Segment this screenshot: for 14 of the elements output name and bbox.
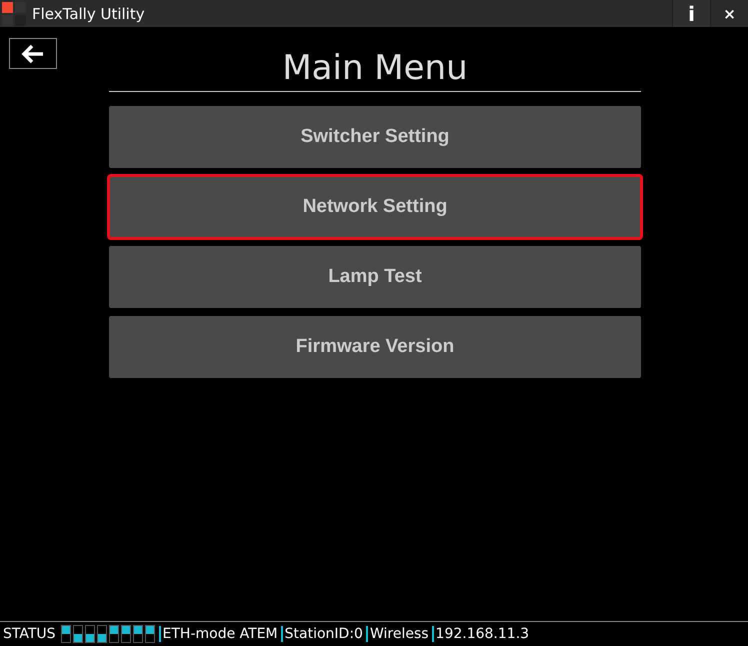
status-label: STATUS <box>3 626 56 642</box>
page-heading: Main Menu <box>109 48 641 92</box>
menu-button[interactable]: Firmware Version <box>109 316 641 378</box>
back-button[interactable] <box>9 38 57 69</box>
menu-button[interactable]: Network Setting <box>109 176 641 238</box>
menu-button[interactable]: Switcher Setting <box>109 106 641 168</box>
window-title: FlexTally Utility <box>32 4 145 22</box>
status-field: StationID:0 <box>280 626 366 642</box>
status-field: 192.168.11.3 <box>432 626 532 642</box>
back-arrow-icon <box>21 44 45 64</box>
status-field: Wireless <box>366 626 432 642</box>
info-button[interactable]: i <box>672 0 710 27</box>
menu-button[interactable]: Lamp Test <box>109 246 641 308</box>
status-field: ETH-mode ATEM <box>158 626 281 642</box>
